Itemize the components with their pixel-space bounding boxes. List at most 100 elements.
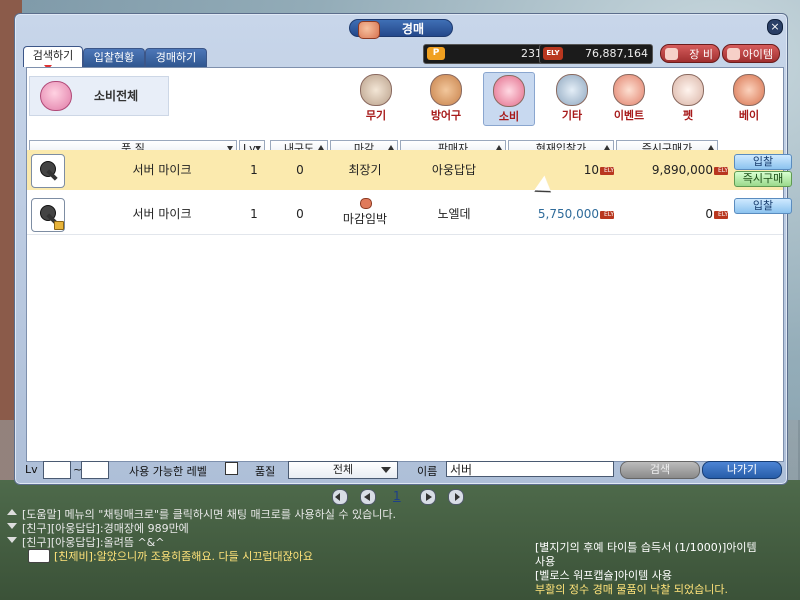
- table-row[interactable]: 서버 마이크 1 0 마감임박 노엘데 5,750,000 ELY 0 ELY 입찰: [27, 194, 792, 235]
- equip-button[interactable]: 장 비: [660, 44, 720, 63]
- min-level-input[interactable]: [43, 461, 71, 479]
- prev-page-icon[interactable]: [360, 489, 376, 505]
- category-summary: 소비전체: [29, 76, 169, 116]
- item-durability: 0: [296, 207, 304, 221]
- tab-sell[interactable]: 경매하기: [145, 48, 207, 67]
- bid-button[interactable]: 입찰: [734, 154, 792, 170]
- table-row[interactable]: 서버 마이크 1 0 최장기 아웅답답 10 ELY 9,890,000 ELY 입…: [27, 150, 792, 190]
- item-deadline: 마감임박: [332, 194, 398, 234]
- ely-currency-icon: ELY: [600, 166, 614, 175]
- current-bid-value: 5,750,000: [537, 207, 599, 221]
- ely-icon: ELY: [543, 47, 563, 60]
- points-display: P 231: [423, 44, 547, 64]
- ely-display: ELY 76,887,164: [539, 44, 653, 64]
- ely-currency-icon: ELY: [714, 166, 728, 175]
- item-seller: 아웅답답: [431, 163, 477, 177]
- next-page-icon[interactable]: [420, 489, 436, 505]
- equip-button-label: 장 비: [689, 48, 713, 61]
- category-pet-label: 펫: [682, 109, 694, 122]
- bei-icon: [733, 74, 765, 106]
- item-thumbnail: [31, 154, 65, 188]
- results-panel: 소비전체 무기 방어구 소비 기타 이벤트 펫 베이 품 질 Lv 내구도 마감…: [26, 67, 784, 505]
- search-bar: Lv ~ 사용 가능한 레벨 품질 전체 이름 서버 검색 나가기: [15, 460, 787, 482]
- window-title-text: 경매: [401, 22, 424, 36]
- category-event-label: 이벤트: [613, 109, 645, 122]
- category-etc[interactable]: 기타: [547, 72, 597, 124]
- item-name: 서버 마이크: [132, 207, 192, 221]
- name-label: 이름: [417, 465, 438, 478]
- name-search-input[interactable]: 서버: [446, 461, 614, 477]
- category-bei[interactable]: 베이: [724, 72, 774, 124]
- item-seller: 노엘데: [437, 207, 471, 221]
- chat-line: [친제비]:알았으니까 조용히좀해요. 다들 시끄럽대잖아요: [54, 550, 314, 563]
- category-etc-label: 기타: [561, 109, 583, 122]
- item-name: 서버 마이크: [132, 163, 192, 177]
- ely-value: 76,887,164: [585, 47, 648, 60]
- page-number[interactable]: 1: [393, 489, 401, 503]
- etc-icon: [556, 74, 588, 106]
- ely-currency-icon: ELY: [600, 210, 614, 219]
- max-level-input[interactable]: [81, 461, 109, 479]
- category-armor-label: 방어구: [430, 109, 462, 122]
- sword-icon: [360, 74, 392, 106]
- item-button-label: 아이템: [742, 48, 773, 61]
- exit-button[interactable]: 나가기: [702, 461, 782, 479]
- auction-icon: [358, 21, 380, 39]
- level-range-label: Lv: [25, 463, 38, 476]
- summary-label: 소비전체: [94, 89, 139, 103]
- armor-icon: [430, 74, 462, 106]
- item-button[interactable]: 아이템: [722, 44, 780, 63]
- quality-label: 품질: [255, 465, 276, 478]
- category-weapon-label: 무기: [365, 109, 387, 122]
- quality-select[interactable]: 전체: [288, 461, 398, 479]
- chevron-down-icon: [381, 467, 391, 473]
- item-deadline: 최장기: [348, 163, 382, 177]
- system-message: 부활의 정수 경매 물품이 낙찰 되었습니다.: [535, 583, 729, 596]
- chat-bubble-icon[interactable]: [28, 549, 50, 563]
- category-event[interactable]: 이벤트: [604, 72, 654, 124]
- chat-scroll-up-icon[interactable]: [7, 509, 17, 515]
- item-icon: [727, 48, 740, 60]
- item-buyout: 0 ELY: [618, 194, 728, 234]
- item-buyout: 9,890,000 ELY: [618, 150, 728, 190]
- tab-search[interactable]: 검색하기: [23, 46, 83, 67]
- system-message: [별지기의 후예 타이틀 습득서 (1/1000)]아이템: [535, 541, 757, 554]
- item-level: 1: [250, 207, 258, 221]
- category-pet[interactable]: 펫: [663, 72, 713, 124]
- potion-icon: [493, 75, 525, 107]
- category-bei-label: 베이: [738, 109, 760, 122]
- auction-window: 경매 × 검색하기 입찰현황 경매하기 P 231 ELY 76,887,164…: [14, 13, 792, 505]
- item-durability: 0: [296, 163, 304, 177]
- buyout-button[interactable]: 즉시구매: [734, 171, 792, 187]
- event-icon: [613, 74, 645, 106]
- equip-icon: [665, 48, 678, 60]
- item-current-bid: 10 ELY: [510, 150, 614, 190]
- lock-icon: [54, 221, 64, 230]
- category-consumable-label: 소비: [498, 110, 520, 123]
- current-bid-value: 10: [583, 163, 599, 177]
- chat-scroll-bottom-icon[interactable]: [7, 537, 17, 543]
- window-title: 경매: [349, 19, 453, 39]
- first-page-icon[interactable]: [332, 489, 348, 505]
- deadline-soon-icon: [360, 198, 372, 209]
- item-thumbnail: [31, 198, 65, 232]
- chat-window: [도움말] 메뉴의 "채팅매크로"를 클릭하시면 채팅 매크로를 사용하실 수 …: [0, 505, 800, 600]
- usable-level-label: 사용 가능한 레벨: [129, 465, 207, 478]
- deadline-label: 마감임박: [342, 212, 388, 226]
- tab-bid-status[interactable]: 입찰현황: [83, 48, 145, 67]
- category-armor[interactable]: 방어구: [421, 72, 471, 124]
- buyout-value: 0: [705, 207, 713, 221]
- usable-level-checkbox[interactable]: [225, 462, 238, 475]
- search-button[interactable]: 검색: [620, 461, 700, 479]
- points-icon: P: [427, 47, 445, 60]
- bid-button[interactable]: 입찰: [734, 198, 792, 214]
- ely-currency-icon: ELY: [714, 210, 728, 219]
- category-consumable[interactable]: 소비: [483, 72, 535, 126]
- category-weapon[interactable]: 무기: [351, 72, 401, 124]
- last-page-icon[interactable]: [448, 489, 464, 505]
- item-level: 1: [250, 163, 258, 177]
- consumable-all-icon: [40, 81, 72, 111]
- close-button[interactable]: ×: [767, 19, 783, 35]
- chat-scroll-down-icon[interactable]: [7, 523, 17, 529]
- title-bar[interactable]: 경매 ×: [15, 14, 787, 40]
